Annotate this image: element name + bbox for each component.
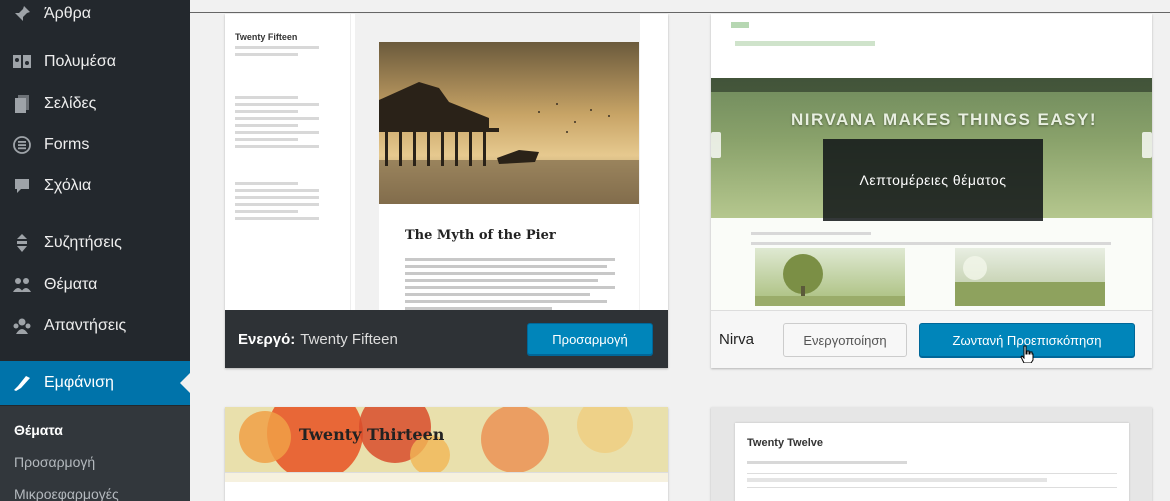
nirvana-logo bbox=[735, 38, 875, 53]
slider-next-icon bbox=[1142, 132, 1152, 158]
theme-screenshot-sidebar: Twenty Fifteen bbox=[225, 14, 351, 314]
topics-icon bbox=[10, 274, 34, 296]
sidebar-item-comments[interactable]: Σχόλια bbox=[0, 166, 190, 206]
sidebar-item-label: Forms bbox=[44, 136, 90, 153]
nirvana-theme-bar: Nirva Ενεργοποίηση Ζωντανή Προεπισκόπηση bbox=[711, 310, 1152, 368]
preview-post-body bbox=[405, 254, 615, 310]
slider-prev-icon bbox=[711, 132, 721, 158]
sidebar-item-label: Άρθρα bbox=[44, 5, 92, 22]
pier-photo bbox=[379, 42, 639, 204]
activate-button[interactable]: Ενεργοποίηση bbox=[783, 323, 907, 357]
theme-card-twenty-thirteen[interactable]: Twenty Thirteen bbox=[225, 407, 668, 501]
theme-card-nirvana[interactable]: NIRVANA MAKES THINGS EASY! Λεπτομέρειες … bbox=[711, 14, 1152, 368]
sidebar-item-label: Σχόλια bbox=[44, 177, 92, 194]
sidebar-item-topics[interactable]: Θέματα bbox=[0, 265, 190, 305]
forms-icon bbox=[10, 134, 34, 156]
sidebar-item-label: Εμφάνιση bbox=[44, 374, 114, 391]
active-prefix: Ενεργό: bbox=[238, 330, 296, 348]
twenty-thirteen-header bbox=[225, 407, 668, 472]
twenty-twelve-title: Twenty Twelve bbox=[747, 437, 824, 449]
active-indicator bbox=[180, 373, 190, 393]
nirvana-nav bbox=[711, 78, 1152, 92]
appearance-submenu: Θέματα Προσαρμογή Μικροεφαρμογές bbox=[0, 406, 190, 501]
divider bbox=[190, 12, 1170, 13]
preview-post-title: The Myth of the Pier bbox=[405, 228, 556, 243]
active-theme-name: Ενεργό: Twenty Fifteen bbox=[238, 331, 398, 348]
sidebar-item-forms[interactable]: Forms bbox=[0, 125, 190, 165]
pages-icon bbox=[10, 93, 34, 115]
sidebar-item-label: Θέματα bbox=[44, 276, 98, 293]
nirvana-hero-text: NIRVANA MAKES THINGS EASY! bbox=[791, 110, 1097, 129]
hand-cursor-icon bbox=[1020, 345, 1034, 363]
sidebar-item-label: Πολυμέσα bbox=[44, 53, 116, 70]
active-theme-bar: Ενεργό: Twenty Fifteen Προσαρμογή bbox=[225, 310, 668, 368]
preview-article: The Myth of the Pier bbox=[379, 42, 639, 314]
appearance-icon bbox=[10, 372, 34, 394]
themes-browser: Twenty Fifteen The Myth of the Pier Ενερ… bbox=[190, 0, 1170, 501]
sidebar-item-discussions[interactable]: Συζητήσεις bbox=[0, 223, 190, 263]
twenty-thirteen-nav bbox=[225, 472, 668, 482]
sidebar-item-pages[interactable]: Σελίδες bbox=[0, 84, 190, 124]
tree-thumbnail bbox=[755, 248, 905, 306]
discussions-icon bbox=[10, 232, 34, 254]
sidebar-item-label: Απαντήσεις bbox=[44, 317, 127, 334]
theme-screenshot-content: The Myth of the Pier bbox=[355, 14, 640, 314]
nirvana-content bbox=[711, 218, 1152, 324]
theme-card-twenty-fifteen[interactable]: Twenty Fifteen The Myth of the Pier Ενερ… bbox=[225, 14, 668, 368]
media-icon bbox=[10, 51, 34, 73]
submenu-item-customize[interactable]: Προσαρμογή bbox=[14, 454, 95, 470]
comments-icon bbox=[10, 175, 34, 197]
admin-sidebar: Άρθρα Πολυμέσα Σελίδες Forms Σχόλια Συζη… bbox=[0, 0, 190, 501]
preview-site-title: Twenty Fifteen bbox=[235, 32, 298, 42]
submenu-item-widgets[interactable]: Μικροεφαρμογές bbox=[14, 486, 119, 501]
replies-icon bbox=[10, 315, 34, 337]
twenty-thirteen-title: Twenty Thirteen bbox=[299, 425, 445, 444]
theme-name: Twenty Fifteen bbox=[300, 330, 398, 348]
nirvana-header bbox=[711, 14, 1152, 78]
twenty-twelve-preview: Twenty Twelve bbox=[735, 423, 1129, 501]
submenu-item-themes[interactable]: Θέματα bbox=[14, 422, 63, 438]
theme-name: Nirva bbox=[719, 331, 755, 348]
sidebar-item-appearance[interactable]: Εμφάνιση bbox=[0, 361, 190, 405]
sidebar-item-label: Σελίδες bbox=[44, 95, 97, 112]
pin-icon bbox=[10, 3, 34, 25]
theme-card-twenty-twelve[interactable]: Twenty Twelve bbox=[711, 407, 1152, 501]
sidebar-item-replies[interactable]: Απαντήσεις bbox=[0, 306, 190, 346]
theme-details-overlay[interactable]: Λεπτομέρειες θέματος bbox=[823, 139, 1043, 221]
sidebar-item-label: Συζητήσεις bbox=[44, 234, 122, 251]
customize-button[interactable]: Προσαρμογή bbox=[527, 323, 653, 355]
sidebar-item-media[interactable]: Πολυμέσα bbox=[0, 42, 190, 82]
sidebar-item-posts[interactable]: Άρθρα bbox=[0, 0, 190, 34]
grass-thumbnail bbox=[955, 248, 1105, 306]
